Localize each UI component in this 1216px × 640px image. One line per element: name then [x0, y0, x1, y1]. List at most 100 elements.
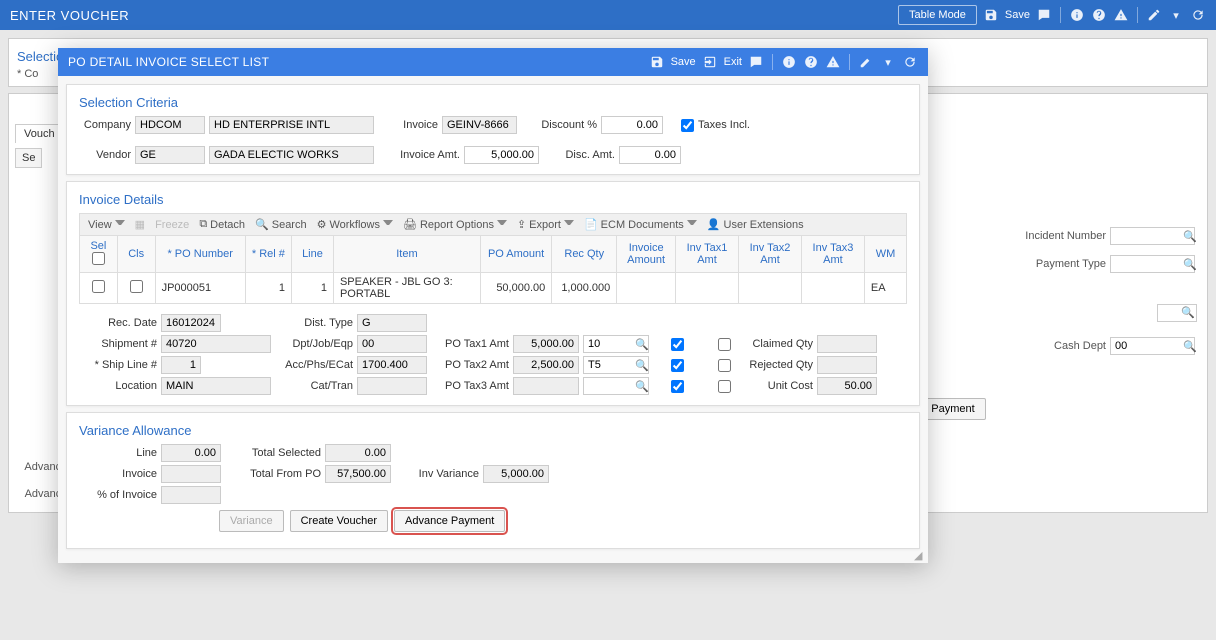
chevron-down-icon[interactable]: ▾	[1168, 7, 1184, 23]
search-icon[interactable]: 🔍	[1183, 340, 1197, 353]
invoice-amt-input[interactable]	[464, 146, 539, 164]
company-input[interactable]	[135, 116, 205, 134]
po-tax2-label: PO Tax2 Amt	[441, 359, 509, 371]
claimed-qty-label: Claimed Qty	[745, 338, 813, 350]
refresh-icon[interactable]	[1190, 7, 1206, 23]
search-button[interactable]: 🔍 Search	[255, 218, 307, 231]
cell-line: 1	[291, 273, 333, 304]
var-pct-invoice-label: % of Invoice	[79, 489, 157, 501]
vendor-input[interactable]	[135, 146, 205, 164]
col-po-number[interactable]: * PO Number	[155, 236, 245, 273]
shipment-input[interactable]	[161, 335, 271, 353]
col-rel[interactable]: * Rel #	[245, 236, 291, 273]
col-inv-tax3[interactable]: Inv Tax3 Amt	[801, 236, 864, 273]
tax1-check2[interactable]	[718, 338, 731, 351]
save-icon[interactable]	[649, 54, 665, 70]
notes-icon[interactable]	[748, 54, 764, 70]
col-inv-tax2[interactable]: Inv Tax2 Amt	[738, 236, 801, 273]
po-tax1-input[interactable]	[513, 335, 579, 353]
selection-criteria-panel: Selection Criteria Company Invoice Disco…	[66, 84, 920, 175]
workflows-menu[interactable]: ⚙ Workflows	[317, 218, 393, 231]
refresh-icon[interactable]	[902, 54, 918, 70]
row-sel-checkbox[interactable]	[92, 280, 105, 293]
tax3-check2[interactable]	[718, 380, 731, 393]
disc-amt-input[interactable]	[619, 146, 681, 164]
save-icon[interactable]	[983, 7, 999, 23]
export-menu[interactable]: ⇪ Export	[517, 218, 574, 231]
taxes-incl-checkbox[interactable]	[681, 119, 694, 132]
detach-button[interactable]: ⧉ Detach	[199, 218, 245, 231]
tax1-check1[interactable]	[671, 338, 684, 351]
advance-payment-button[interactable]: Advance Payment	[394, 510, 505, 532]
payment-button[interactable]: Payment	[920, 398, 985, 420]
discount-pct-input[interactable]	[601, 116, 663, 134]
col-sel[interactable]: Sel	[86, 240, 111, 252]
info-icon[interactable]	[781, 54, 797, 70]
resize-handle[interactable]: ◢	[914, 549, 924, 559]
rejected-qty-label: Rejected Qty	[745, 359, 813, 371]
bg-se-button[interactable]: Se	[15, 148, 42, 168]
rejected-qty-input[interactable]	[817, 356, 877, 374]
edit-icon[interactable]	[858, 54, 874, 70]
rec-date-input[interactable]	[161, 314, 221, 332]
variance-panel: Variance Allowance Line Invoice % of Inv…	[66, 412, 920, 549]
report-options-menu[interactable]: 🖨 Report Options	[403, 218, 507, 231]
col-cls[interactable]: Cls	[117, 236, 155, 273]
ecm-documents-menu[interactable]: 📄 ECM Documents	[584, 218, 697, 231]
unit-cost-input[interactable]	[817, 377, 877, 395]
row-cls-checkbox[interactable]	[130, 280, 143, 293]
po-tax1-code-input[interactable]	[583, 335, 649, 353]
create-voucher-button[interactable]: Create Voucher	[290, 510, 388, 532]
col-inv-tax1[interactable]: Inv Tax1 Amt	[676, 236, 739, 273]
table-mode-button[interactable]: Table Mode	[898, 5, 977, 25]
acc-phs-input[interactable]	[357, 356, 427, 374]
bg-vouch-tab[interactable]: Vouch	[15, 124, 64, 143]
col-wm[interactable]: WM	[864, 236, 906, 273]
col-inv-amount[interactable]: Invoice Amount	[617, 236, 676, 273]
col-line[interactable]: Line	[291, 236, 333, 273]
notes-icon[interactable]	[1036, 7, 1052, 23]
exit-icon[interactable]	[702, 54, 718, 70]
select-all-checkbox[interactable]	[92, 252, 105, 265]
dpt-job-label: Dpt/Job/Eqp	[285, 338, 353, 350]
po-tax2-code-input[interactable]	[583, 356, 649, 374]
col-po-amount[interactable]: PO Amount	[480, 236, 551, 273]
table-row[interactable]: JP000051 1 1 SPEAKER - JBL GO 3: PORTABL…	[80, 273, 907, 304]
modal-exit-button[interactable]: Exit	[724, 56, 742, 68]
location-input[interactable]	[161, 377, 271, 395]
po-tax2-input[interactable]	[513, 356, 579, 374]
col-rec-qty[interactable]: Rec Qty	[552, 236, 617, 273]
cash-dept-label: Cash Dept	[1036, 340, 1106, 352]
dist-type-input[interactable]	[357, 314, 427, 332]
warning-icon[interactable]	[1113, 7, 1129, 23]
modal-save-button[interactable]: Save	[671, 56, 696, 68]
po-tax3-code-input[interactable]	[583, 377, 649, 395]
freeze-button[interactable]: Freeze	[155, 219, 189, 231]
ship-line-input[interactable]	[161, 356, 201, 374]
warning-icon[interactable]	[825, 54, 841, 70]
cell-tax1	[676, 273, 739, 304]
header-actions: Table Mode Save ▾	[898, 5, 1206, 25]
help-icon[interactable]	[803, 54, 819, 70]
dpt-job-input[interactable]	[357, 335, 427, 353]
tax2-check1[interactable]	[671, 359, 684, 372]
view-menu[interactable]: View	[88, 219, 125, 231]
format-icon[interactable]: ▦	[135, 218, 145, 231]
po-tax3-label: PO Tax3 Amt	[441, 380, 509, 392]
chevron-down-icon[interactable]: ▾	[880, 54, 896, 70]
help-icon[interactable]	[1091, 7, 1107, 23]
search-icon[interactable]: 🔍	[1181, 307, 1195, 319]
cat-tran-input[interactable]	[357, 377, 427, 395]
col-item[interactable]: Item	[333, 236, 480, 273]
invoice-input[interactable]	[442, 116, 517, 134]
save-button[interactable]: Save	[1005, 9, 1030, 21]
search-icon[interactable]: 🔍	[1183, 230, 1197, 243]
search-icon[interactable]: 🔍	[1183, 258, 1197, 271]
tax2-check2[interactable]	[718, 359, 731, 372]
info-icon[interactable]	[1069, 7, 1085, 23]
user-extensions-button[interactable]: 👤 User Extensions	[707, 218, 804, 231]
tax3-check1[interactable]	[671, 380, 684, 393]
po-tax3-input[interactable]	[513, 377, 579, 395]
edit-icon[interactable]	[1146, 7, 1162, 23]
claimed-qty-input[interactable]	[817, 335, 877, 353]
